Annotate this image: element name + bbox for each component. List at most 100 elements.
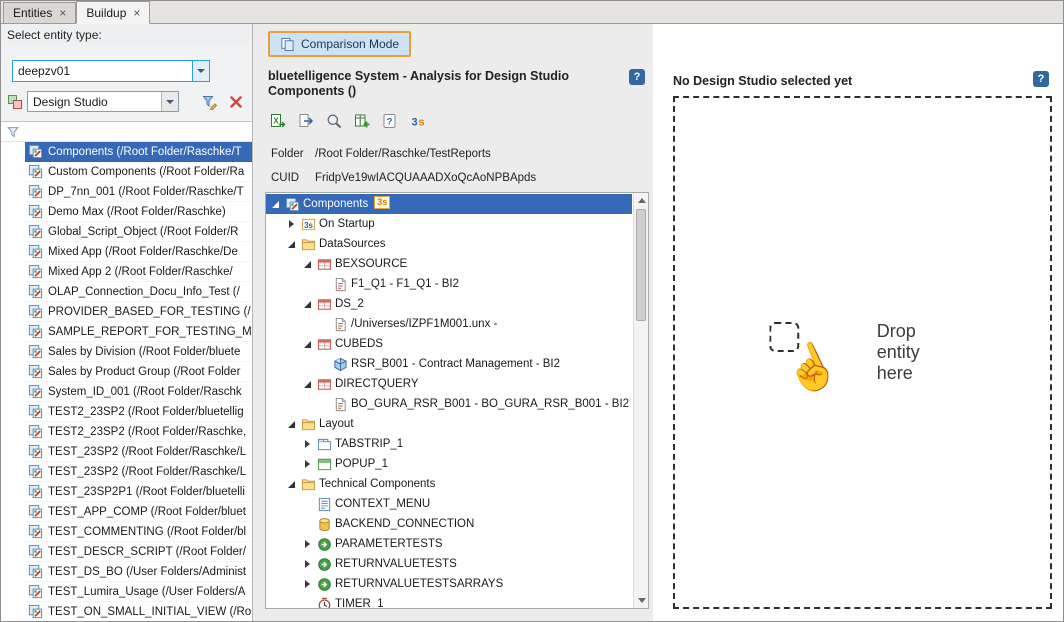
close-icon[interactable]: ×: [59, 7, 66, 19]
tree-item[interactable]: DIRECTQUERY: [266, 374, 632, 394]
entity-label: Demo Max (/Root Folder/Raschke): [48, 206, 226, 218]
tree-item[interactable]: BEXSOURCE: [266, 254, 632, 274]
tree-item[interactable]: RSR_B001 - Contract Management - BI2: [266, 354, 632, 374]
tree-expander-icon[interactable]: [286, 218, 298, 230]
tree-spacer: [302, 498, 314, 510]
three-s-button[interactable]: 3s: [408, 111, 427, 130]
script-icon: [317, 557, 332, 572]
tree-item[interactable]: Components3s: [266, 194, 632, 214]
tree-expander-icon[interactable]: [286, 418, 298, 430]
tree-expander-icon[interactable]: [286, 238, 298, 250]
help-doc-button[interactable]: ?: [380, 111, 399, 130]
tree-item[interactable]: Layout: [266, 414, 632, 434]
tree-expander-icon[interactable]: [302, 378, 314, 390]
entity-list-item[interactable]: Components (/Root Folder/Raschke/T: [25, 142, 252, 162]
entity-list-item[interactable]: Global_Script_Object (/Root Folder/R: [25, 222, 252, 242]
tree-expander-icon[interactable]: [302, 558, 314, 570]
tree-scrollbar[interactable]: [633, 193, 648, 608]
export-button[interactable]: [296, 111, 315, 130]
tree-item[interactable]: CUBEDS: [266, 334, 632, 354]
tree-expander-icon[interactable]: [302, 258, 314, 270]
tree-item[interactable]: DataSources: [266, 234, 632, 254]
tree-expander-icon[interactable]: [286, 478, 298, 490]
tree-item-label: DIRECTQUERY: [335, 378, 419, 390]
entity-list-item[interactable]: TEST_23SP2P1 (/Root Folder/bluetelli: [25, 482, 252, 502]
cuid-value: FridpVe19wIACQUAAADXoQcAoNPBApds: [315, 172, 536, 184]
tab-buildup[interactable]: Buildup ×: [76, 1, 150, 24]
export-add-button[interactable]: [352, 111, 371, 130]
export-excel-button[interactable]: X: [268, 111, 287, 130]
comparison-mode-button[interactable]: Comparison Mode: [268, 31, 411, 57]
entity-list-item[interactable]: OLAP_Connection_Docu_Info_Test (/: [25, 282, 252, 302]
tree-expander-icon[interactable]: [302, 458, 314, 470]
zoom-button[interactable]: [324, 111, 343, 130]
tab-bar: Entities × Buildup ×: [1, 1, 1063, 24]
tree-item-label: BEXSOURCE: [335, 258, 407, 270]
tree-expander-icon[interactable]: [302, 298, 314, 310]
entity-type-row: Design Studio: [7, 91, 248, 112]
tree-item[interactable]: CONTEXT_MENU: [266, 494, 632, 514]
tree-spacer: [318, 318, 330, 330]
entity-list-item[interactable]: PROVIDER_BASED_FOR_TESTING (/: [25, 302, 252, 322]
entity-list-item[interactable]: TEST_Lumira_Usage (/User Folders/A: [25, 582, 252, 602]
entity-list-item[interactable]: Mixed App 2 (/Root Folder/Raschke/: [25, 262, 252, 282]
scroll-up-icon[interactable]: [634, 193, 649, 208]
entity-list-item[interactable]: TEST2_23SP2 (/Root Folder/Raschke,: [25, 422, 252, 442]
tree-item[interactable]: 3sOn Startup: [266, 214, 632, 234]
drop-zone[interactable]: ☝ Drop entity here: [673, 96, 1052, 609]
tree-item[interactable]: PARAMETERTESTS: [266, 534, 632, 554]
entity-list-item[interactable]: TEST_COMMENTING (/Root Folder/bl: [25, 522, 252, 542]
entity-type-dropdown[interactable]: Design Studio: [27, 91, 179, 112]
entity-list-item[interactable]: TEST_DESCR_SCRIPT (/Root Folder/: [25, 542, 252, 562]
help-icon[interactable]: ?: [1033, 71, 1049, 87]
tree-item[interactable]: /Universes/IZPF1M001.unx -: [266, 314, 632, 334]
chevron-down-icon[interactable]: [192, 61, 209, 81]
scroll-down-icon[interactable]: [634, 593, 649, 608]
entity-list-item[interactable]: DP_7nn_001 (/Root Folder/Raschke/T: [25, 182, 252, 202]
tab-entities[interactable]: Entities ×: [3, 2, 76, 23]
tree-item[interactable]: DS_2: [266, 294, 632, 314]
tree-item[interactable]: TABSTRIP_1: [266, 434, 632, 454]
chevron-down-icon[interactable]: [161, 92, 178, 111]
tree-item[interactable]: TIMER_1: [266, 594, 632, 608]
scrollbar-thumb[interactable]: [636, 209, 646, 321]
tree-expander-icon[interactable]: [270, 198, 282, 210]
entity-list-item[interactable]: SAMPLE_REPORT_FOR_TESTING_M (: [25, 322, 252, 342]
entity-list-item[interactable]: TEST_ON_SMALL_INITIAL_VIEW (/Ro: [25, 602, 252, 621]
component-tree: Components3s3sOn StartupDataSources BEXSO…: [266, 194, 632, 608]
tree-item[interactable]: BACKEND_CONNECTION: [266, 514, 632, 534]
entity-list-item[interactable]: TEST2_23SP2 (/Root Folder/bluetellig: [25, 402, 252, 422]
list-filter-row[interactable]: [1, 121, 252, 142]
entity-label: TEST_ON_SMALL_INITIAL_VIEW (/Ro: [48, 606, 251, 618]
entity-list-item[interactable]: Mixed App (/Root Folder/Raschke/De: [25, 242, 252, 262]
entity-list-item[interactable]: TEST_APP_COMP (/Root Folder/bluet: [25, 502, 252, 522]
three-s-icon: 3s: [410, 113, 425, 129]
tree-expander-icon[interactable]: [302, 338, 314, 350]
tree-item[interactable]: RETURNVALUETESTSARRAYS: [266, 574, 632, 594]
design-studio-app-icon: [28, 144, 43, 159]
system-dropdown[interactable]: deepzv01: [12, 60, 210, 82]
tree-item[interactable]: POPUP_1: [266, 454, 632, 474]
tree-expander-icon[interactable]: [302, 578, 314, 590]
entity-list-item[interactable]: Custom Components (/Root Folder/Ra: [25, 162, 252, 182]
tab-entities-label: Entities: [13, 6, 52, 20]
clear-filter-button[interactable]: [225, 91, 247, 112]
entity-list-item[interactable]: TEST_23SP2 (/Root Folder/Raschke/L: [25, 462, 252, 482]
entity-list-item[interactable]: Demo Max (/Root Folder/Raschke): [25, 202, 252, 222]
filter-edit-button[interactable]: [199, 91, 221, 112]
tree-item[interactable]: BO_GURA_RSR_B001 - BO_GURA_RSR_B001 - BI…: [266, 394, 632, 414]
entity-list-item[interactable]: Sales by Product Group (/Root Folder: [25, 362, 252, 382]
entity-label: Sales by Product Group (/Root Folder: [48, 366, 240, 378]
tree-item[interactable]: Technical Components: [266, 474, 632, 494]
entity-list-item[interactable]: TEST_DS_BO (/User Folders/Administ: [25, 562, 252, 582]
tree-expander-icon[interactable]: [302, 438, 314, 450]
entity-list-item[interactable]: Sales by Division (/Root Folder/bluete: [25, 342, 252, 362]
tree-item[interactable]: RETURNVALUETESTS: [266, 554, 632, 574]
help-icon[interactable]: ?: [629, 69, 645, 85]
entity-list-item[interactable]: TEST_23SP2 (/Root Folder/Raschke/L: [25, 442, 252, 462]
close-icon[interactable]: ×: [133, 7, 140, 19]
entity-list-item[interactable]: System_ID_001 (/Root Folder/Raschk: [25, 382, 252, 402]
tree-expander-icon[interactable]: [302, 538, 314, 550]
tree-item-label: On Startup: [319, 218, 375, 230]
tree-item[interactable]: F1_Q1 - F1_Q1 - BI2: [266, 274, 632, 294]
